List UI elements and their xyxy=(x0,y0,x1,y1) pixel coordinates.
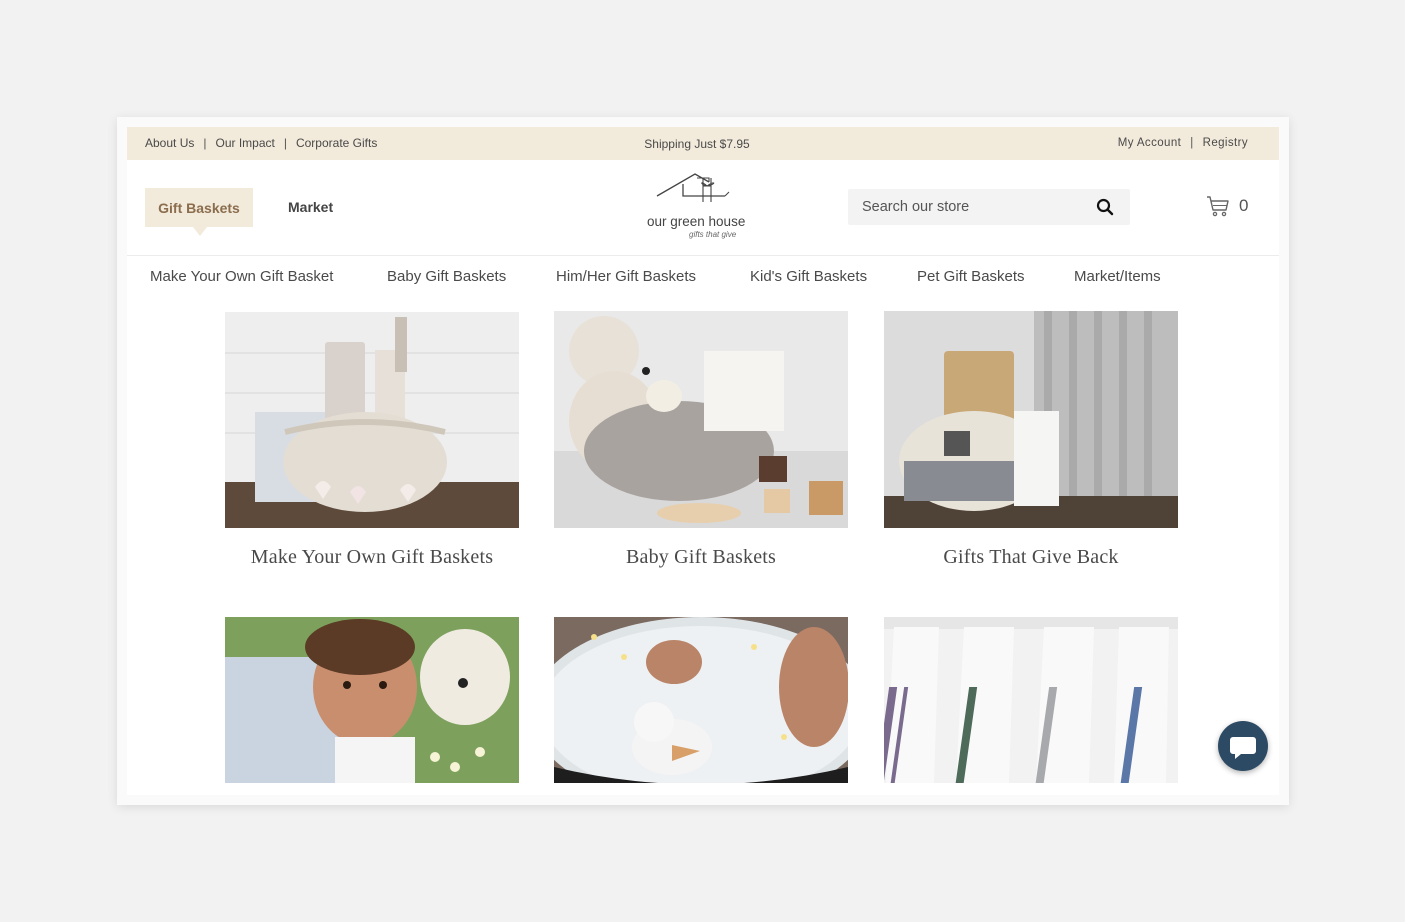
cart-icon xyxy=(1207,196,1229,217)
cart-button[interactable]: 0 xyxy=(1206,195,1248,217)
chat-bubble-icon xyxy=(1230,737,1256,759)
my-account-link[interactable]: My Account xyxy=(1118,137,1181,149)
cart-count: 0 xyxy=(1239,196,1249,215)
nav-pet-gift-baskets[interactable]: Pet Gift Baskets xyxy=(917,268,1025,285)
make-your-own-image xyxy=(225,312,519,528)
chat-button[interactable] xyxy=(1218,721,1268,771)
card-caption: Gifts That Give Back xyxy=(943,546,1119,568)
search-box xyxy=(848,189,1130,225)
house-logo-icon xyxy=(656,173,730,202)
card-bath-duck[interactable] xyxy=(554,617,848,783)
shipping-banner: Shipping Just $7.95 xyxy=(644,137,750,151)
card-baby-gift-baskets[interactable]: Baby Gift Baskets xyxy=(554,311,848,569)
nav-market-items[interactable]: Market/Items xyxy=(1074,268,1161,285)
search-input[interactable] xyxy=(862,189,1082,225)
top-bar: About Us | Our Impact | Corporate Gifts … xyxy=(127,127,1279,160)
card-baby-photo[interactable] xyxy=(225,617,519,783)
search-icon[interactable] xyxy=(1096,198,1114,216)
gifts-that-give-back-image xyxy=(884,311,1178,528)
logo-tagline: gifts that give xyxy=(689,230,737,239)
nav-baby-gift-baskets[interactable]: Baby Gift Baskets xyxy=(387,268,506,285)
registry-link[interactable]: Registry xyxy=(1203,137,1248,149)
tab-market[interactable]: Market xyxy=(288,199,333,215)
towels-image xyxy=(884,617,1178,783)
logo-name: our green house xyxy=(647,214,746,229)
card-caption: Baby Gift Baskets xyxy=(625,546,777,568)
card-gifts-that-give-back[interactable]: Gifts That Give Back xyxy=(884,311,1178,569)
baby-photo-image xyxy=(225,617,519,783)
tab-gift-baskets[interactable]: Gift Baskets xyxy=(145,188,253,236)
nav-kids-gift-baskets[interactable]: Kid's Gift Baskets xyxy=(750,268,867,285)
header: Gift Baskets Market our green house gift… xyxy=(127,160,1279,256)
card-caption: Make Your Own Gift Baskets xyxy=(250,546,494,568)
nav-make-your-own[interactable]: Make Your Own Gift Basket xyxy=(150,268,333,285)
nav-him-her-gift-baskets[interactable]: Him/Her Gift Baskets xyxy=(556,268,696,285)
active-tab-caret xyxy=(193,227,207,236)
baby-gift-baskets-image xyxy=(554,311,848,528)
bath-duck-image xyxy=(554,617,848,783)
logo[interactable]: our green house gifts that give xyxy=(645,172,749,244)
page: About Us | Our Impact | Corporate Gifts … xyxy=(127,127,1279,795)
tab-gift-baskets-label: Gift Baskets xyxy=(158,199,240,216)
card-make-your-own[interactable]: Make Your Own Gift Baskets xyxy=(225,312,519,569)
card-towels[interactable] xyxy=(884,617,1178,783)
account-links: My Account | Registry xyxy=(1118,137,1248,149)
separator: | xyxy=(1190,137,1194,149)
category-nav: Make Your Own Gift Basket Baby Gift Bask… xyxy=(127,256,1279,298)
